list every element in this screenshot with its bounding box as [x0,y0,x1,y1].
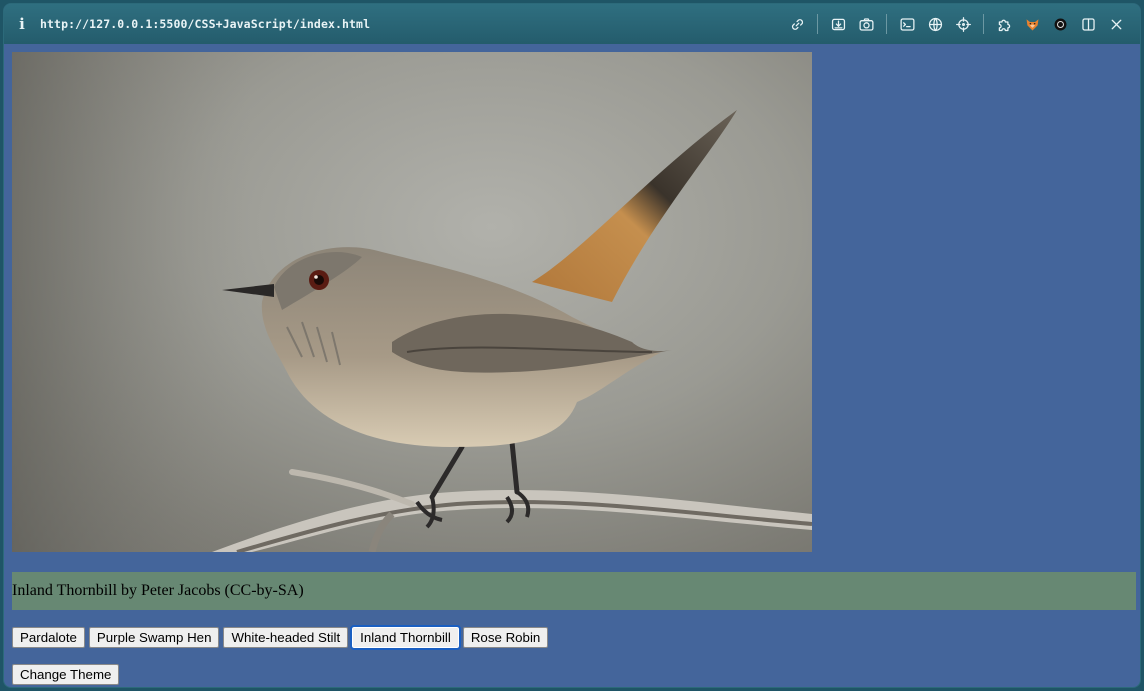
toolbar-divider [983,14,984,34]
change-theme-button[interactable]: Change Theme [12,664,120,685]
theme-row: Change Theme [12,664,120,685]
fox-icon[interactable] [1018,10,1046,38]
camera-icon[interactable] [852,10,880,38]
bird-button-pardalote[interactable]: Pardalote [12,627,85,648]
bird-button-inland-thornbill[interactable]: Inland Thornbill [350,625,461,650]
photo-caption: Inland Thornbill by Peter Jacobs (CC-by-… [12,572,1136,610]
bird-photo [12,52,812,552]
globe-icon[interactable] [921,10,949,38]
bird-button-purple-swamp-hen[interactable]: Purple Swamp Hen [88,627,220,648]
extension-icon[interactable] [990,10,1018,38]
bird-button-white-headed-stilt[interactable]: White-headed Stilt [223,627,349,648]
close-icon[interactable] [1102,10,1130,38]
toolbar-actions [783,10,1140,38]
browser-toolbar: i http://127.0.0.1:5500/CSS+JavaScript/i… [4,4,1140,44]
inland-thornbill-illustration [12,52,812,552]
download-icon[interactable] [824,10,852,38]
info-icon[interactable]: i [4,15,40,33]
bird-button-row: Pardalote Purple Swamp Hen White-headed … [12,625,549,650]
toolbar-divider [817,14,818,34]
browser-window: i http://127.0.0.1:5500/CSS+JavaScript/i… [3,3,1141,688]
openai-icon[interactable] [1046,10,1074,38]
page-content: Inland Thornbill by Peter Jacobs (CC-by-… [4,44,1140,687]
terminal-icon[interactable] [893,10,921,38]
toolbar-divider [886,14,887,34]
url-bar[interactable]: http://127.0.0.1:5500/CSS+JavaScript/ind… [40,17,370,31]
bird-button-rose-robin[interactable]: Rose Robin [462,627,549,648]
sidebar-icon[interactable] [1074,10,1102,38]
link-icon[interactable] [783,10,811,38]
crosshair-icon[interactable] [949,10,977,38]
